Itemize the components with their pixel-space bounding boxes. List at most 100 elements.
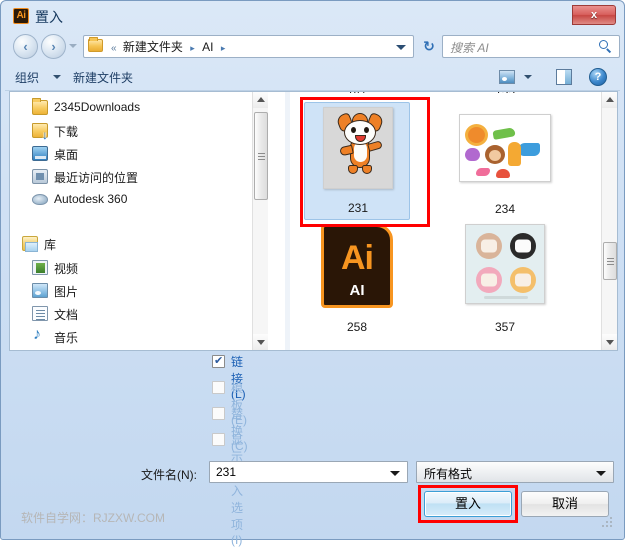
view-mode-icon[interactable]: [499, 70, 515, 84]
file-item-231[interactable]: 231: [304, 102, 410, 220]
sidebar-item-label: 桌面: [54, 148, 79, 162]
breadcrumb-node-0[interactable]: 新建文件夹: [123, 40, 183, 54]
scrollbar-thumb[interactable]: [254, 112, 268, 200]
history-dropdown-icon[interactable]: [69, 44, 77, 48]
breadcrumb-separator-1[interactable]: ▸: [217, 43, 230, 53]
app-icon-ai: Ai: [13, 8, 29, 24]
navigation-sidebar: 2345Downloads 下载 桌面 最近访问的位置 Autodesk 360: [10, 92, 268, 350]
picture-icon: [32, 283, 48, 298]
thumbnail-image: [323, 107, 393, 189]
file-item-357[interactable]: 357: [452, 220, 558, 338]
window-title: 置入: [35, 9, 63, 25]
checkbox-indicator[interactable]: [212, 407, 225, 420]
place-button[interactable]: 置入: [424, 491, 512, 517]
navigation-bar: ‹ › « 新建文件夹 ▸ AI ▸ ↻ 搜索 AI: [5, 31, 620, 63]
file-item-label: 357: [494, 320, 516, 334]
thumbnail-image: [465, 224, 545, 304]
file-list-pane[interactable]: 147 155: [290, 92, 617, 350]
sidebar-item-label: 下载: [54, 125, 79, 139]
file-format-select[interactable]: 所有格式: [416, 461, 614, 483]
close-icon: x: [590, 9, 598, 21]
sidebar-item-autodesk-360[interactable]: Autodesk 360: [10, 190, 268, 210]
checkbox-indicator[interactable]: [212, 381, 225, 394]
sidebar-item-label: 图片: [54, 285, 79, 299]
chevron-down-icon: [596, 471, 606, 476]
address-bar[interactable]: « 新建文件夹 ▸ AI ▸: [83, 35, 414, 58]
triangle-up-icon: [257, 97, 265, 102]
new-folder-button[interactable]: 新建文件夹: [73, 69, 133, 86]
breadcrumb-separator-0[interactable]: ▸: [186, 43, 199, 53]
file-format-value: 所有格式: [424, 467, 473, 481]
sidebar-item-label: 视频: [54, 262, 79, 276]
browser-body: 2345Downloads 下载 桌面 最近访问的位置 Autodesk 360: [9, 91, 618, 351]
folder-icon: [32, 98, 48, 115]
search-placeholder: 搜索 AI: [450, 41, 489, 55]
ai-icon-label: Ai: [341, 239, 374, 277]
close-button[interactable]: x: [572, 5, 616, 25]
desktop-icon: [32, 146, 48, 161]
triangle-down-icon: [257, 340, 265, 345]
file-thumbnail-258: Ai AI: [304, 220, 410, 312]
sidebar-item-desktop[interactable]: 桌面: [10, 144, 268, 164]
preview-pane-icon[interactable]: [556, 69, 572, 85]
refresh-icon[interactable]: ↻: [420, 38, 438, 56]
file-item-234[interactable]: 234: [452, 102, 558, 220]
chevron-down-icon[interactable]: [53, 75, 61, 79]
music-icon: [32, 326, 48, 344]
place-dialog-window: Ai 置入 x ‹ › « 新建文件夹 ▸ AI ▸ ↻ 搜索 AI 组织 新建…: [0, 0, 625, 547]
command-bar: 组织 新建文件夹 ?: [5, 63, 620, 91]
file-thumbnail-357: [452, 220, 558, 312]
filename-input[interactable]: 231: [209, 461, 408, 483]
sidebar-group-library[interactable]: 库: [10, 234, 268, 254]
organize-button[interactable]: 组织: [15, 69, 39, 86]
sidebar-item-recent-places[interactable]: 最近访问的位置: [10, 167, 268, 187]
file-item-258[interactable]: Ai AI 258: [304, 220, 410, 338]
filename-label: 文件名(N):: [141, 468, 197, 482]
sidebar-item-music[interactable]: 音乐: [10, 326, 268, 347]
search-icon: [599, 40, 613, 54]
filename-dropdown-icon[interactable]: [390, 471, 400, 476]
options-panel: 链接(L) 模板(E) 替换(C) 显示导入选项(I): [9, 353, 618, 547]
title-bar: Ai 置入 x: [5, 1, 620, 31]
scroll-up-button[interactable]: [602, 92, 617, 108]
cloud-icon: [32, 194, 48, 205]
breadcrumb-prefix: «: [111, 43, 117, 54]
ai-icon-sublabel: AI: [349, 282, 365, 299]
video-icon: [32, 260, 48, 275]
forward-arrow-icon: ›: [51, 39, 56, 54]
library-icon: [22, 236, 38, 252]
file-thumbnail-231: [305, 103, 411, 195]
watermark-text: 软件自学网：RJZXW.COM: [21, 511, 165, 525]
sidebar-item-label: 音乐: [54, 331, 79, 345]
file-item-label-partial-155: 155: [452, 92, 558, 93]
file-item-label-partial-147: 147: [304, 92, 410, 93]
sidebar-item-label: Autodesk 360: [54, 192, 128, 206]
breadcrumb-node-1[interactable]: AI: [202, 40, 213, 54]
ai-file-icon: Ai AI: [321, 224, 393, 308]
sidebar-item-2345downloads[interactable]: 2345Downloads: [10, 98, 268, 118]
file-item-label: 258: [346, 320, 368, 334]
sidebar-item-downloads[interactable]: 下载: [10, 121, 268, 141]
scroll-down-button[interactable]: [602, 334, 617, 350]
view-mode-chevron-down-icon[interactable]: [524, 75, 532, 79]
scroll-up-button[interactable]: [253, 92, 268, 108]
help-icon[interactable]: ?: [589, 68, 607, 86]
file-list-scrollbar[interactable]: [601, 92, 617, 350]
address-dropdown-icon[interactable]: [396, 45, 406, 50]
resize-grip[interactable]: [602, 517, 612, 527]
sidebar-item-documents[interactable]: 文档: [10, 304, 268, 324]
file-item-label: 231: [347, 201, 369, 215]
checkbox-indicator[interactable]: [212, 354, 225, 368]
checkbox-indicator[interactable]: [212, 433, 225, 446]
cancel-button[interactable]: 取消: [521, 491, 609, 517]
search-input[interactable]: 搜索 AI: [442, 35, 620, 58]
forward-button[interactable]: ›: [41, 34, 66, 59]
sidebar-item-videos[interactable]: 视频: [10, 258, 268, 278]
folder-icon: [88, 37, 103, 52]
sidebar-item-pictures[interactable]: 图片: [10, 281, 268, 301]
scroll-down-button[interactable]: [253, 334, 268, 350]
back-button[interactable]: ‹: [13, 34, 38, 59]
download-folder-icon: [32, 123, 48, 140]
sidebar-scrollbar[interactable]: [252, 92, 268, 350]
scrollbar-thumb[interactable]: [603, 242, 617, 280]
